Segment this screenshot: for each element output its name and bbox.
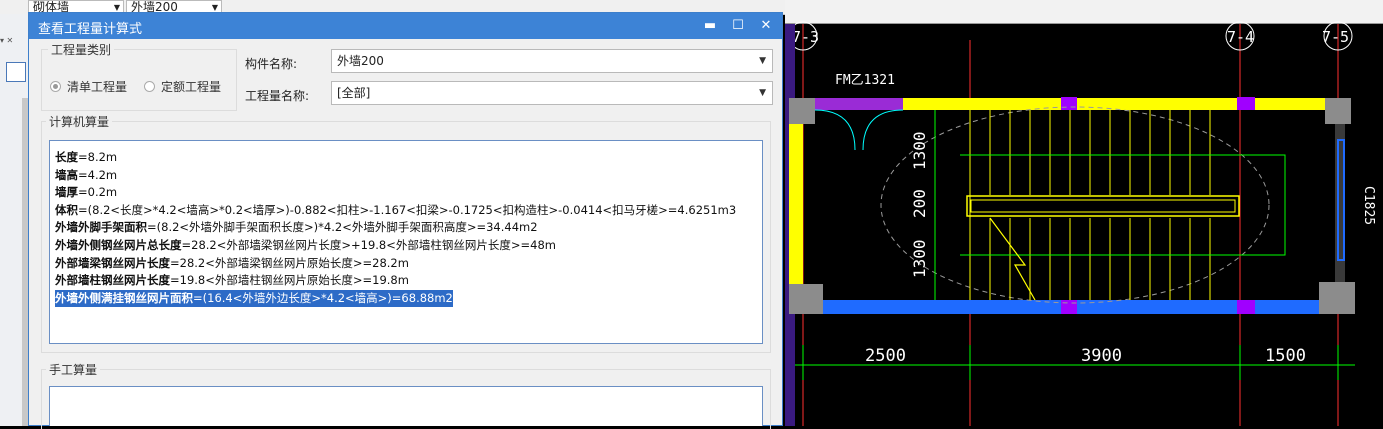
close-icon[interactable]: ✕ <box>756 16 776 36</box>
calc-line: 墙高=4.2m <box>55 167 118 182</box>
dimension-text: 2500 <box>865 346 906 366</box>
dimension-text: 1300 <box>910 131 929 170</box>
dialog-title: 查看工程量计算式 <box>38 22 143 37</box>
walk-line <box>960 154 1286 256</box>
opening-mark <box>1237 300 1255 314</box>
radio-selected-icon <box>50 81 61 92</box>
manual-calc-label: 手工算量 <box>46 361 101 378</box>
calc-line-selected: 外墙外侧满挂钢丝网片面积=(16.4<外墙外边长度>*4.2<墙高>)=68.8… <box>55 289 453 308</box>
calc-line: 外部墙柱钢丝网片长度=19.8<外部墙柱钢丝网片原始长度>=19.8m <box>55 273 409 288</box>
left-panel-strip: ▾ ✕ <box>0 14 31 426</box>
calc-line: 体积=(8.2<长度>*4.2<墙高>*0.2<墙厚>)-0.882<扣柱>-1… <box>55 202 737 217</box>
stair-well-inner <box>970 199 1236 213</box>
quantity-name-combo[interactable]: [全部] ▼ <box>331 81 773 105</box>
top-wall <box>903 98 1325 110</box>
component-name-label: 构件名称: <box>245 57 298 71</box>
panel-tabs[interactable]: ▾ ✕ <box>0 36 30 45</box>
calc-line: 墙厚=0.2m <box>55 185 118 200</box>
column <box>789 98 815 124</box>
opening-mark <box>1061 300 1077 314</box>
radio-unselected-icon <box>144 81 155 92</box>
radio-quota-quantity[interactable]: 定额工程量 <box>144 78 221 95</box>
quantity-formula-dialog: 查看工程量计算式 ▬ ☐ ✕ 工程量类别 清单工程量 定额工程量 构件名称: 外… <box>28 12 783 429</box>
column <box>789 284 823 314</box>
door-swing <box>814 109 856 151</box>
cad-canvas[interactable]: 7-3 7-4 7-5 FM乙1321 C1825 1300 200 1300 … <box>785 0 1383 426</box>
computer-calc-label: 计算机算量 <box>46 113 113 130</box>
chevron-down-icon: ▼ <box>759 56 766 66</box>
floor-plan-drawing: 7-3 7-4 7-5 FM乙1321 C1825 1300 200 1300 … <box>785 21 1376 426</box>
window-label: C1825 <box>1361 186 1376 225</box>
quantity-type-label: 工程量类别 <box>48 41 115 58</box>
dialog-titlebar[interactable]: 查看工程量计算式 ▬ ☐ ✕ <box>29 13 782 39</box>
panel-icon[interactable] <box>6 62 26 82</box>
radio-bill-quantity[interactable]: 清单工程量 <box>50 78 127 95</box>
axis-label: 7-4 <box>1227 28 1254 46</box>
calc-line: 长度=8.2m <box>55 150 118 164</box>
component-name-combo[interactable]: 外墙200 ▼ <box>331 49 773 73</box>
door-opening <box>815 98 903 110</box>
dimension-text: 3900 <box>1081 346 1122 366</box>
minimize-icon[interactable]: ▬ <box>700 16 720 36</box>
radio-quota-label: 定额工程量 <box>161 80 222 94</box>
component-name-value: 外墙200 <box>337 54 384 68</box>
calc-line: 外部墙梁钢丝网片长度=28.2<外部墙梁钢丝网片原始长度>=28.2m <box>55 255 409 270</box>
door-swing <box>862 109 904 151</box>
left-wall <box>789 124 803 284</box>
chevron-down-icon: ▼ <box>759 88 766 98</box>
door-label: FM乙1321 <box>835 73 895 88</box>
dimension-text: 1300 <box>910 239 929 278</box>
column <box>1319 282 1355 314</box>
dimension-text: 200 <box>910 189 929 218</box>
stair-outline <box>880 106 1270 304</box>
axis-label: 7-3 <box>792 28 819 46</box>
calc-line: 外墙外脚手架面积=(8.2<外墙外脚手架面积长度>)*4.2<外墙外脚手架面积高… <box>55 220 538 235</box>
computer-calc-textarea[interactable]: 长度=8.2m 墙高=4.2m 墙厚=0.2m 体积=(8.2<长度>*4.2<… <box>49 140 763 344</box>
manual-calc-textarea[interactable] <box>49 386 763 426</box>
stair-treads <box>969 110 1211 300</box>
radio-bill-label: 清单工程量 <box>67 80 128 94</box>
break-line <box>989 217 1036 301</box>
dimension-text: 1500 <box>1265 346 1306 366</box>
quantity-name-value: [全部] <box>337 86 371 100</box>
opening-mark <box>1061 97 1077 110</box>
maximize-icon[interactable]: ☐ <box>728 16 748 36</box>
opening-mark <box>1237 97 1255 110</box>
quantity-name-label: 工程量名称: <box>245 89 310 103</box>
stair-well <box>966 195 1240 217</box>
column <box>1325 98 1351 124</box>
quantity-type-group: 工程量类别 清单工程量 定额工程量 <box>41 41 237 111</box>
calc-line: 外墙外侧钢丝网片总长度=28.2<外部墙梁钢丝网片长度>+19.8<外部墙柱钢丝… <box>55 237 556 252</box>
axis-label: 7-5 <box>1322 28 1349 46</box>
